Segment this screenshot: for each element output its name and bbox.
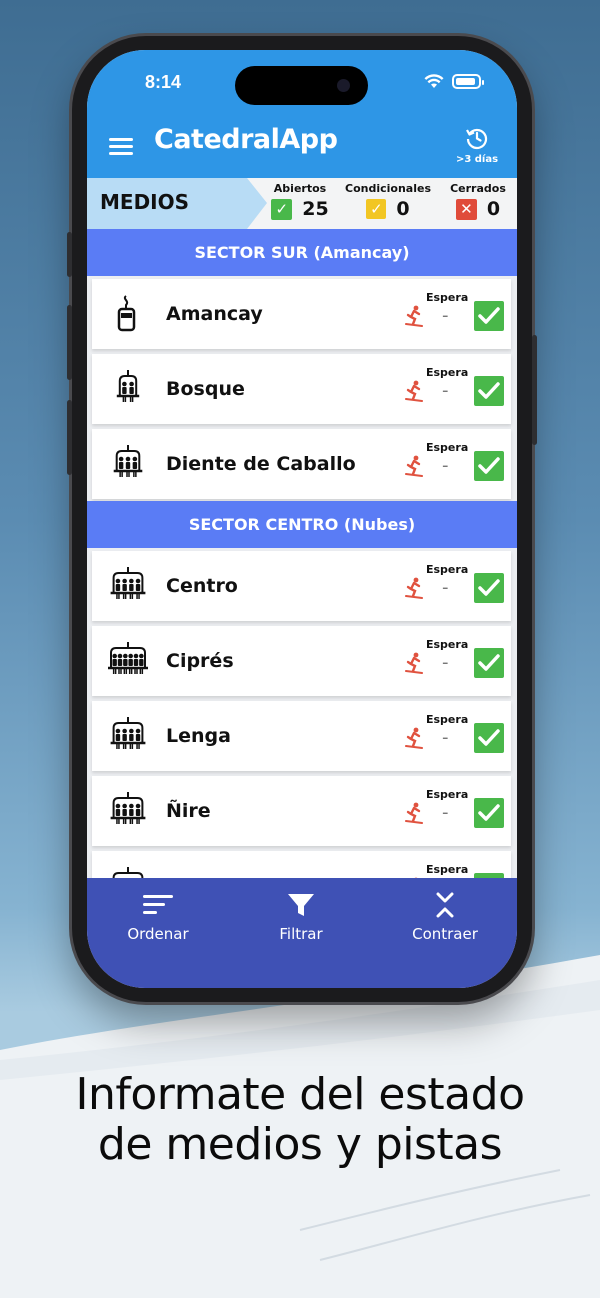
caption-line-2: de medios y pistas <box>97 1119 503 1170</box>
sort-button[interactable]: Ordenar <box>103 892 213 943</box>
dynamic-island <box>235 66 368 105</box>
wait-value: - <box>442 802 449 823</box>
skier-icon <box>405 802 423 824</box>
gondola-icon <box>117 295 136 332</box>
wait-value: - <box>442 380 449 401</box>
skier-icon <box>405 380 423 402</box>
lift-name: Lenga <box>166 725 231 747</box>
lift-row[interactable]: Diente de Caballo Espera - <box>92 429 511 499</box>
medios-title: MEDIOS <box>100 190 190 214</box>
history-icon <box>466 128 488 150</box>
lift-row[interactable]: Ciprés Espera - <box>92 626 511 696</box>
sector-header[interactable]: SECTOR CENTRO (Nubes) <box>87 501 517 548</box>
chairlift-4-icon <box>110 792 146 824</box>
lift-name: Ciprés <box>166 650 234 672</box>
open-status-check-icon <box>474 451 504 481</box>
sort-label: Ordenar <box>127 925 189 943</box>
wait-label: Espera <box>426 366 469 379</box>
stat-abiertos: Abiertos ✓ 25 <box>267 182 333 220</box>
hamburger-menu-icon[interactable] <box>109 138 133 156</box>
skier-icon <box>405 727 423 749</box>
summary-bar: MEDIOS Abiertos ✓ 25 Condicionales ✓ 0 C… <box>87 178 517 229</box>
chairlift-6-icon <box>108 642 148 674</box>
chairlift-4-icon <box>110 567 146 599</box>
filter-icon <box>288 894 314 916</box>
stat-count: 0 <box>486 198 501 220</box>
wait-label: Espera <box>426 713 469 726</box>
wait-label: Espera <box>426 638 469 651</box>
wait-label: Espera <box>426 441 469 454</box>
open-status-check-icon <box>474 723 504 753</box>
open-status-check-icon <box>474 798 504 828</box>
wait-value: - <box>442 652 449 673</box>
sector-header[interactable]: SECTOR SUR (Amancay) <box>87 229 517 276</box>
stat-condicionales: Condicionales ✓ 0 <box>343 182 433 220</box>
lift-name: Diente de Caballo <box>166 453 356 475</box>
collapse-label: Contraer <box>412 925 478 943</box>
skier-icon <box>405 455 423 477</box>
volume-up-button <box>67 305 72 380</box>
collapse-icon <box>436 892 454 918</box>
chairlift-2-icon <box>116 370 140 402</box>
filter-label: Filtrar <box>279 925 323 943</box>
history-label: >3 días <box>455 154 499 165</box>
cross-icon: ✕ <box>455 198 477 220</box>
skier-icon <box>405 305 423 327</box>
open-status-check-icon <box>474 648 504 678</box>
lift-row[interactable]: Amancay Espera - <box>92 279 511 349</box>
open-status-check-icon <box>474 301 504 331</box>
stat-label: Condicionales <box>345 182 431 195</box>
stat-cerrados: Cerrados ✕ 0 <box>445 182 511 220</box>
collapse-button[interactable]: Contraer <box>390 892 500 943</box>
status-icons <box>424 74 484 89</box>
app-title: CatedralApp <box>154 124 338 155</box>
history-button[interactable]: >3 días <box>447 126 507 165</box>
chairlift-4-icon <box>110 717 146 749</box>
volume-down-button <box>67 400 72 475</box>
lift-name: Centro <box>166 575 238 597</box>
lift-name: Ñire <box>166 800 211 822</box>
mute-switch <box>67 232 72 277</box>
filter-button[interactable]: Filtrar <box>246 892 356 943</box>
wait-label: Espera <box>426 863 469 876</box>
wait-label: Espera <box>426 291 469 304</box>
app-screen: 8:14 CatedralApp >3 días MEDIOS Abiertos <box>87 50 517 988</box>
wait-label: Espera <box>426 788 469 801</box>
battery-icon <box>452 74 484 89</box>
lift-row[interactable]: Centro Espera - <box>92 551 511 621</box>
wait-value: - <box>442 455 449 476</box>
open-status-check-icon <box>474 376 504 406</box>
wait-value: - <box>442 305 449 326</box>
sort-icon <box>143 895 173 914</box>
bottom-nav: Ordenar Filtrar Contraer <box>87 878 517 988</box>
stat-count: 25 <box>302 198 329 220</box>
skier-icon <box>405 652 423 674</box>
wait-value: - <box>442 727 449 748</box>
wait-value: - <box>442 577 449 598</box>
lift-name: Bosque <box>166 378 245 400</box>
check-icon: ✓ <box>271 198 293 220</box>
stat-label: Abiertos <box>273 182 327 195</box>
stat-count: 0 <box>396 198 410 220</box>
lift-row[interactable]: Bosque Espera - <box>92 354 511 424</box>
status-time: 8:14 <box>145 72 182 92</box>
open-status-check-icon <box>474 573 504 603</box>
lift-row[interactable]: Lenga Espera - <box>92 701 511 771</box>
lift-name: Amancay <box>166 303 263 325</box>
skier-icon <box>405 577 423 599</box>
caption-line-1: Informate del estado <box>75 1069 526 1120</box>
power-button <box>532 335 537 445</box>
chairlift-3-icon <box>113 445 143 477</box>
check-icon: ✓ <box>366 199 387 219</box>
stat-label: Cerrados <box>450 182 506 195</box>
wifi-icon <box>424 74 444 88</box>
app-bar: 8:14 CatedralApp >3 días <box>87 50 517 178</box>
lift-row[interactable]: Ñire Espera - <box>92 776 511 846</box>
wait-label: Espera <box>426 563 469 576</box>
promo-caption: Informate del estado de medios y pistas <box>0 1070 600 1170</box>
